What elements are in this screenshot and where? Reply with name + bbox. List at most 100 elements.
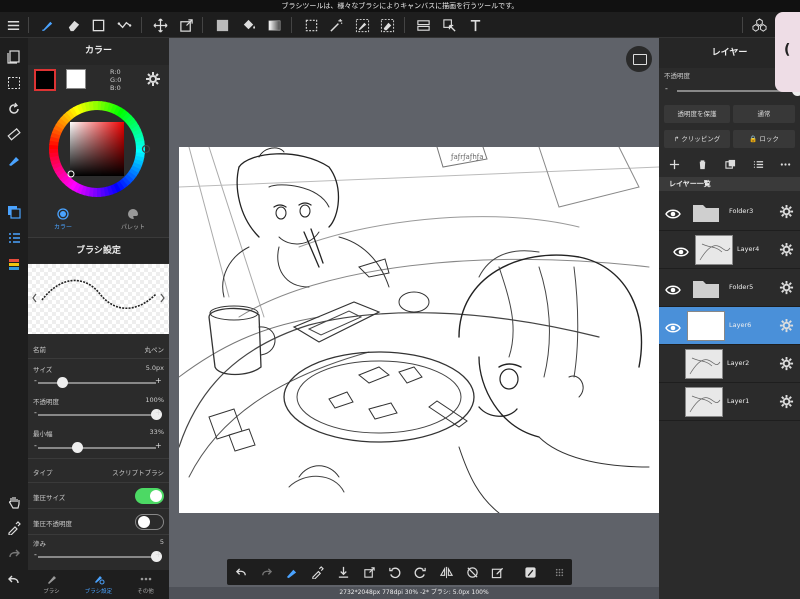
text-icon[interactable] <box>466 16 484 34</box>
eye-icon[interactable] <box>673 243 689 257</box>
quick-mask-icon[interactable] <box>522 564 538 580</box>
eyedropper-icon[interactable] <box>5 519 23 537</box>
opacity-plus-button[interactable]: + <box>155 408 162 417</box>
layer-list-icon[interactable] <box>751 157 765 171</box>
min-width-slider-knob[interactable] <box>71 442 83 453</box>
layer-row[interactable]: Layer2 <box>659 345 800 383</box>
eye-icon[interactable] <box>665 281 681 295</box>
eyedropper-icon[interactable] <box>309 564 325 580</box>
hand-icon[interactable] <box>5 493 23 511</box>
size-slider-knob[interactable] <box>56 377 68 388</box>
gear-icon[interactable] <box>779 204 794 219</box>
gear-icon[interactable] <box>779 242 794 257</box>
clipping-button[interactable]: ↱ クリッピング <box>664 130 730 148</box>
size-plus-button[interactable]: + <box>155 376 162 385</box>
layer-row[interactable]: Layer6 <box>659 307 800 345</box>
gear-icon[interactable] <box>779 318 794 333</box>
dot-icon[interactable] <box>115 16 133 34</box>
tab-brush[interactable]: ブラシ <box>28 573 75 595</box>
color-wheel[interactable] <box>28 95 169 205</box>
sub-color-swatch[interactable] <box>66 69 86 89</box>
size-slider[interactable] <box>38 377 156 388</box>
tab-more[interactable]: その他 <box>122 573 169 595</box>
more-icon[interactable] <box>778 157 792 171</box>
pen-snap-icon[interactable] <box>5 151 23 169</box>
ruler-icon[interactable] <box>5 126 23 144</box>
tab-color[interactable]: カラー <box>28 208 98 231</box>
add-layer-icon[interactable] <box>667 157 681 171</box>
fullscreen-button[interactable] <box>626 46 652 72</box>
protect-alpha-button[interactable]: 透明度を保護 <box>664 105 730 123</box>
transform-icon[interactable] <box>177 16 195 34</box>
drawing-canvas[interactable]: ƒaƒrƒaƒhƒa <box>179 147 659 513</box>
edit-icon[interactable] <box>489 564 505 580</box>
grip-icon[interactable] <box>551 564 567 580</box>
tab-palette[interactable]: パレット <box>98 208 168 231</box>
min-width-slider[interactable] <box>38 442 156 453</box>
smoothing-slider[interactable] <box>38 551 162 562</box>
smoothing-minus-button[interactable]: - <box>34 550 37 559</box>
pressure-opacity-toggle[interactable] <box>135 514 164 530</box>
min-width-plus-button[interactable]: + <box>155 441 162 450</box>
layer-row[interactable]: Layer4 <box>659 231 800 269</box>
select-eraser-icon[interactable] <box>378 16 396 34</box>
gradient-icon[interactable] <box>265 16 283 34</box>
redo-icon[interactable] <box>258 564 274 580</box>
transform-icon[interactable] <box>361 564 377 580</box>
layer-row[interactable]: Folder3 <box>659 193 800 231</box>
gear-icon[interactable] <box>779 356 794 371</box>
main-color-swatch[interactable] <box>34 69 56 91</box>
opacity-slider[interactable] <box>38 409 162 420</box>
selection-icon[interactable] <box>5 74 23 92</box>
min-width-minus-button[interactable]: - <box>34 441 37 450</box>
gear-icon[interactable] <box>779 280 794 295</box>
select-pen-icon[interactable] <box>353 16 371 34</box>
trash-icon[interactable] <box>695 157 709 171</box>
blend-mode-button[interactable]: 通常 <box>733 105 795 123</box>
menu-icon[interactable] <box>4 16 22 34</box>
pressure-size-toggle[interactable] <box>135 488 164 504</box>
lock-button[interactable]: 🔒 ロック <box>733 130 795 148</box>
layer-opacity-label: 不透明度 <box>664 72 690 80</box>
tap-icon[interactable] <box>440 16 458 34</box>
canvas-area[interactable]: ƒaƒrƒaƒhƒa 2732*2048px 778dpi 30% -2* ブラ… <box>169 38 659 599</box>
layer-opacity-minus-button[interactable]: - <box>665 84 668 93</box>
duplicate-layer-icon[interactable] <box>723 157 737 171</box>
eye-icon[interactable] <box>665 319 681 333</box>
download-icon[interactable] <box>335 564 351 580</box>
bucket-icon[interactable] <box>239 16 257 34</box>
pages-icon[interactable] <box>5 48 23 66</box>
move-icon[interactable] <box>151 16 169 34</box>
layer-move-icon[interactable] <box>414 16 432 34</box>
undo-icon[interactable] <box>233 564 249 580</box>
eye-icon[interactable] <box>665 205 681 219</box>
layers-icon[interactable] <box>5 255 23 273</box>
rotate-icon[interactable] <box>5 100 23 118</box>
toolbar-divider <box>742 17 743 33</box>
brush-icon[interactable] <box>38 16 56 34</box>
fill-color-icon[interactable] <box>213 16 231 34</box>
opacity-minus-button[interactable]: - <box>34 408 37 417</box>
gear-icon[interactable] <box>779 394 794 409</box>
gear-icon[interactable] <box>145 71 161 87</box>
rotate-left-icon[interactable] <box>386 564 402 580</box>
redo-icon[interactable] <box>5 545 23 563</box>
side-panel-tab[interactable]: ( <box>775 12 800 92</box>
select-icon[interactable] <box>302 16 320 34</box>
magic-wand-icon[interactable] <box>327 16 345 34</box>
size-minus-button[interactable]: - <box>34 376 37 385</box>
cubes-icon[interactable] <box>750 16 768 34</box>
color-panel-icon[interactable] <box>5 203 23 221</box>
smoothing-plus-button[interactable]: + <box>155 550 162 559</box>
reset-rotation-icon[interactable] <box>464 564 480 580</box>
shape-icon[interactable] <box>89 16 107 34</box>
flip-icon[interactable] <box>438 564 454 580</box>
layer-row[interactable]: Layer1 <box>659 383 800 421</box>
tab-brush-settings[interactable]: ブラシ設定 <box>75 573 122 595</box>
brush-snap-icon[interactable] <box>283 564 299 580</box>
eraser-icon[interactable] <box>64 16 82 34</box>
undo-icon[interactable] <box>5 571 23 589</box>
rotate-right-icon[interactable] <box>412 564 428 580</box>
layer-row[interactable]: Folder5 <box>659 269 800 307</box>
brush-list-icon[interactable] <box>5 229 23 247</box>
